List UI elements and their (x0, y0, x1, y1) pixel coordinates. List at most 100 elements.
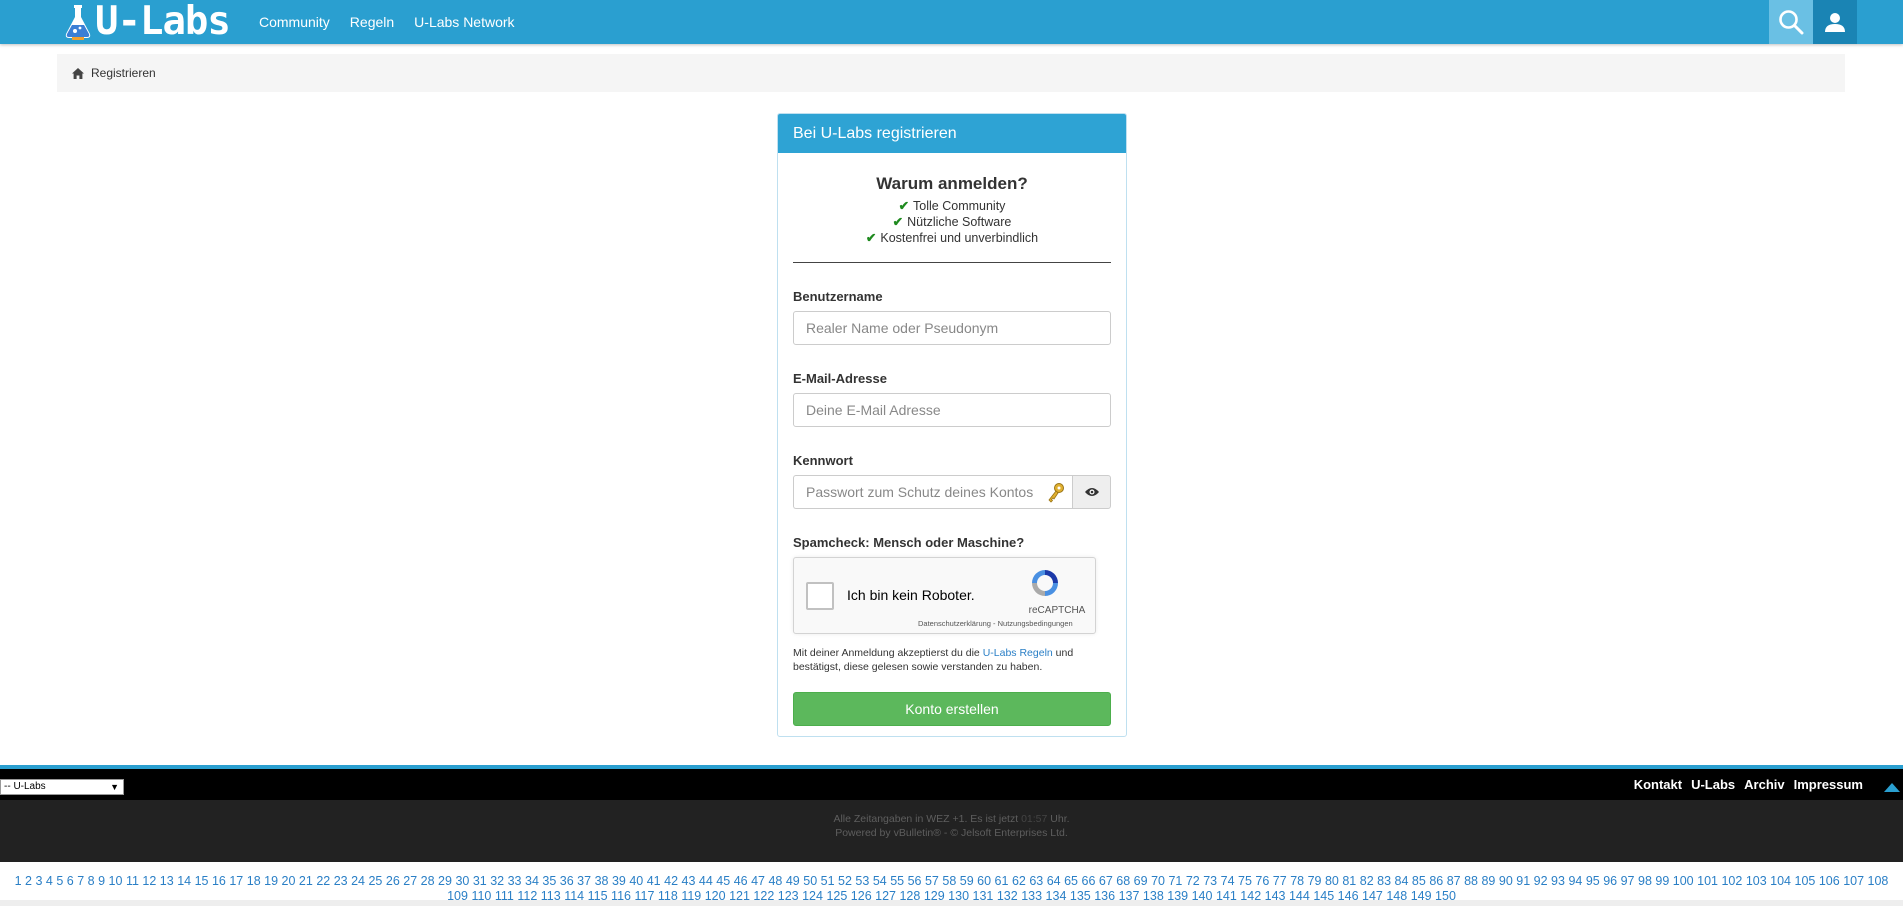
page-link[interactable]: 116 (611, 889, 631, 903)
page-link[interactable]: 53 (855, 874, 869, 888)
user-menu-button[interactable] (1813, 0, 1857, 44)
page-link[interactable]: 124 (802, 889, 823, 903)
page-link[interactable]: 28 (421, 874, 435, 888)
page-link[interactable]: 149 (1411, 889, 1432, 903)
page-link[interactable]: 82 (1360, 874, 1374, 888)
page-link[interactable]: 11 (126, 874, 139, 888)
page-link[interactable]: 5 (56, 874, 63, 888)
page-link[interactable]: 142 (1240, 889, 1261, 903)
page-link[interactable]: 12 (142, 874, 156, 888)
page-link[interactable]: 75 (1238, 874, 1252, 888)
page-link[interactable]: 74 (1221, 874, 1235, 888)
recaptcha-links[interactable]: Datenschutzerklärung - Nutzungsbedingung… (918, 619, 1073, 628)
recaptcha-checkbox[interactable] (806, 582, 834, 610)
page-link[interactable]: 135 (1070, 889, 1091, 903)
nav-regeln[interactable]: Regeln (350, 14, 394, 30)
page-link[interactable]: 130 (948, 889, 969, 903)
footer-link-kontakt[interactable]: Kontakt (1634, 777, 1682, 792)
page-link[interactable]: 145 (1313, 889, 1334, 903)
page-link[interactable]: 9 (98, 874, 105, 888)
page-link[interactable]: 141 (1216, 889, 1237, 903)
page-link[interactable]: 108 (1868, 874, 1889, 888)
page-link[interactable]: 110 (471, 889, 491, 903)
page-link[interactable]: 43 (682, 874, 696, 888)
page-link[interactable]: 4 (46, 874, 53, 888)
page-link[interactable]: 100 (1673, 874, 1694, 888)
page-link[interactable]: 122 (753, 889, 774, 903)
page-link[interactable]: 119 (681, 889, 701, 903)
page-link[interactable]: 69 (1134, 874, 1148, 888)
page-link[interactable]: 103 (1746, 874, 1767, 888)
page-link[interactable]: 79 (1308, 874, 1322, 888)
page-link[interactable]: 10 (109, 874, 123, 888)
page-link[interactable]: 66 (1082, 874, 1096, 888)
page-link[interactable]: 27 (403, 874, 417, 888)
page-link[interactable]: 126 (851, 889, 872, 903)
page-link[interactable]: 96 (1603, 874, 1617, 888)
page-link[interactable]: 148 (1386, 889, 1407, 903)
page-link[interactable]: 132 (997, 889, 1018, 903)
page-link[interactable]: 26 (386, 874, 400, 888)
page-link[interactable]: 31 (473, 874, 487, 888)
page-link[interactable]: 94 (1568, 874, 1582, 888)
page-link[interactable]: 117 (634, 889, 654, 903)
page-link[interactable]: 40 (629, 874, 643, 888)
page-link[interactable]: 86 (1429, 874, 1443, 888)
page-link[interactable]: 67 (1099, 874, 1113, 888)
page-link[interactable]: 123 (778, 889, 799, 903)
page-link[interactable]: 98 (1638, 874, 1652, 888)
page-link[interactable]: 115 (588, 889, 608, 903)
page-link[interactable]: 54 (873, 874, 887, 888)
search-button[interactable] (1769, 0, 1813, 44)
page-link[interactable]: 134 (1046, 889, 1067, 903)
page-link[interactable]: 7 (77, 874, 84, 888)
page-link[interactable]: 35 (542, 874, 556, 888)
page-link[interactable]: 92 (1534, 874, 1548, 888)
page-link[interactable]: 13 (160, 874, 174, 888)
page-link[interactable]: 81 (1342, 874, 1356, 888)
page-link[interactable]: 137 (1119, 889, 1140, 903)
page-link[interactable]: 73 (1203, 874, 1217, 888)
page-link[interactable]: 138 (1143, 889, 1164, 903)
footer-link-impressum[interactable]: Impressum (1794, 777, 1863, 792)
page-link[interactable]: 25 (368, 874, 382, 888)
page-link[interactable]: 48 (768, 874, 782, 888)
page-link[interactable]: 70 (1151, 874, 1165, 888)
page-link[interactable]: 101 (1697, 874, 1718, 888)
page-link[interactable]: 20 (282, 874, 296, 888)
page-link[interactable]: 60 (977, 874, 991, 888)
page-link[interactable]: 50 (803, 874, 817, 888)
page-link[interactable]: 80 (1325, 874, 1339, 888)
page-link[interactable]: 107 (1843, 874, 1864, 888)
terms-link[interactable]: U-Labs Regeln (983, 647, 1053, 659)
page-link[interactable]: 104 (1770, 874, 1791, 888)
page-link[interactable]: 45 (716, 874, 730, 888)
page-link[interactable]: 18 (247, 874, 261, 888)
page-link[interactable]: 37 (577, 874, 591, 888)
page-link[interactable]: 71 (1168, 874, 1182, 888)
page-link[interactable]: 114 (564, 889, 584, 903)
footer-link-ulabs[interactable]: U-Labs (1691, 777, 1735, 792)
page-link[interactable]: 19 (264, 874, 278, 888)
page-link[interactable]: 99 (1655, 874, 1669, 888)
page-link[interactable]: 56 (908, 874, 922, 888)
page-link[interactable]: 118 (658, 889, 678, 903)
create-account-button[interactable]: Konto erstellen (793, 692, 1111, 726)
page-link[interactable]: 29 (438, 874, 452, 888)
page-link[interactable]: 78 (1290, 874, 1304, 888)
username-input[interactable] (793, 311, 1111, 345)
page-link[interactable]: 23 (334, 874, 348, 888)
page-link[interactable]: 59 (960, 874, 974, 888)
page-link[interactable]: 34 (525, 874, 539, 888)
page-link[interactable]: 36 (560, 874, 574, 888)
page-link[interactable]: 21 (299, 874, 313, 888)
page-link[interactable]: 120 (705, 889, 726, 903)
toggle-password-button[interactable] (1072, 475, 1111, 509)
page-link[interactable]: 139 (1167, 889, 1188, 903)
page-link[interactable]: 131 (973, 889, 994, 903)
page-link[interactable]: 8 (88, 874, 95, 888)
page-link[interactable]: 15 (195, 874, 209, 888)
page-link[interactable]: 89 (1481, 874, 1495, 888)
page-link[interactable]: 109 (447, 889, 468, 903)
page-link[interactable]: 83 (1377, 874, 1391, 888)
